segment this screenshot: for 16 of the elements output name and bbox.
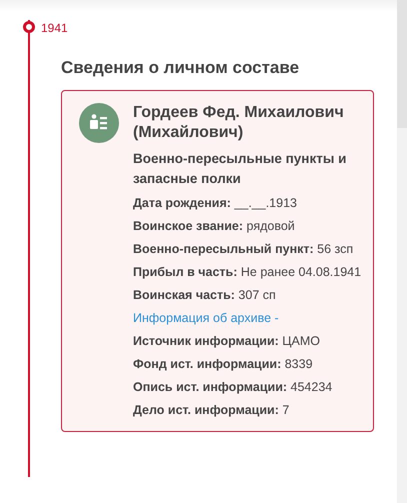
record-field: Фонд ист. информации: 8339	[133, 355, 363, 373]
record-field: Источник информации: ЦАМО	[133, 332, 363, 350]
record-field: Воинское звание: рядовой	[133, 217, 363, 235]
record-field: Прибыл в часть: Не ранее 04.08.1941	[133, 263, 363, 281]
section-title: Сведения о личном составе	[61, 58, 300, 78]
timeline-year: 1941	[41, 21, 69, 35]
archive-info-link[interactable]: Информация об архиве -	[133, 309, 363, 327]
record-field: Воинская часть: 307 сп	[133, 286, 363, 304]
scrollbar[interactable]	[397, 0, 407, 503]
person-name: Гордеев Фед. Михаилович (Михайлович)	[133, 103, 345, 143]
record-category: Военно-пересыльные пункты и запасные полки	[133, 150, 348, 188]
record-field: Опись ист. информации: 454234	[133, 378, 363, 396]
person-list-icon	[79, 103, 119, 143]
record-field: Военно-пересыльный пункт: 56 зсп	[133, 240, 363, 258]
record-field: Дата рождения: __.__.1913	[133, 194, 363, 212]
record-field: Дело ист. информации: 7	[133, 401, 363, 419]
